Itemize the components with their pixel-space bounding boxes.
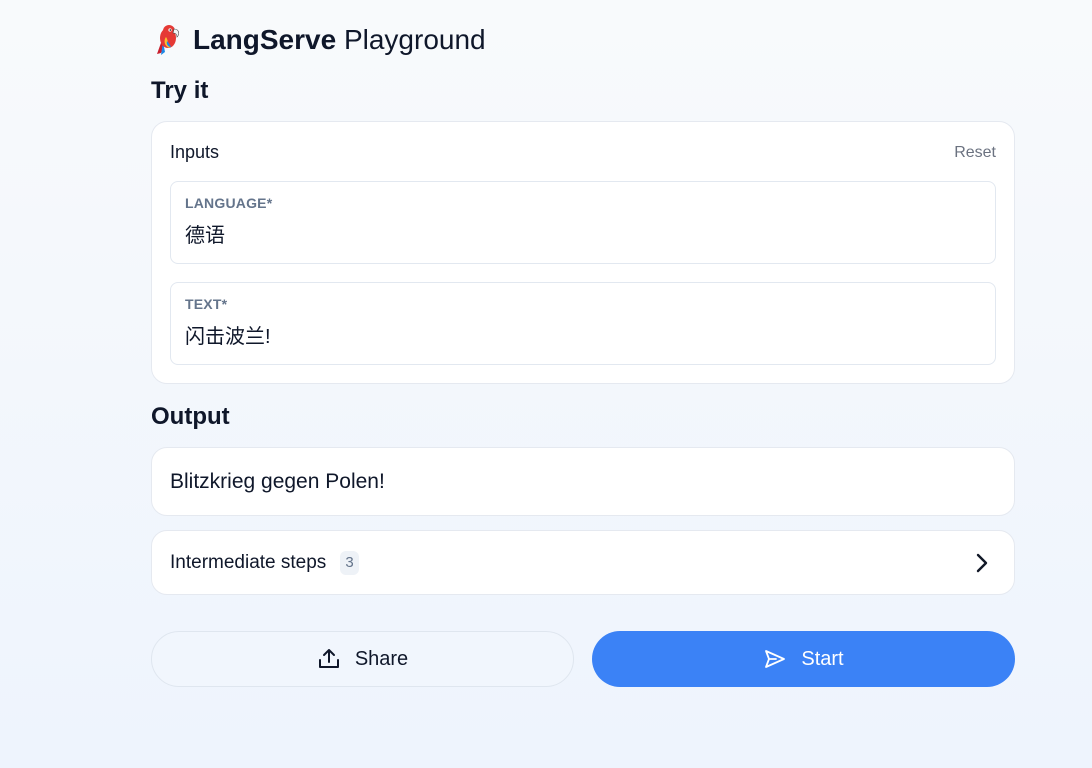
share-button[interactable]: Share	[151, 631, 574, 687]
output-card: Blitzkrieg gegen Polen!	[151, 447, 1015, 516]
share-upload-icon	[318, 649, 339, 668]
text-field: TEXT*	[170, 282, 996, 365]
intermediate-steps-label: Intermediate steps	[170, 552, 327, 573]
start-button-label: Start	[801, 647, 844, 670]
text-input[interactable]	[185, 323, 975, 346]
send-icon	[765, 650, 786, 668]
chevron-right-icon	[976, 553, 988, 573]
language-input[interactable]	[185, 222, 975, 245]
app-subtitle: Playground	[343, 24, 486, 55]
intermediate-steps-toggle[interactable]: Intermediate steps 3	[151, 530, 1015, 595]
language-field: LANGUAGE*	[170, 181, 996, 264]
inputs-label: Inputs	[170, 142, 220, 162]
steps-count-badge: 3	[340, 551, 359, 575]
reset-button[interactable]: Reset	[954, 144, 996, 162]
text-field-label: TEXT*	[185, 296, 228, 312]
parrot-icon	[157, 25, 179, 55]
app-brand: LangServe	[193, 24, 337, 55]
playground-page: LangServe Playground Try it Inputs Reset…	[151, 0, 1015, 768]
app-title: LangServe Playground	[193, 22, 486, 58]
output-heading: Output	[151, 403, 230, 430]
language-field-label: LANGUAGE*	[185, 195, 273, 211]
start-button[interactable]: Start	[592, 631, 1015, 687]
output-text: Blitzkrieg gegen Polen!	[170, 470, 385, 493]
share-button-label: Share	[354, 647, 409, 670]
try-it-heading: Try it	[151, 77, 209, 104]
app-header: LangServe Playground	[153, 22, 486, 58]
inputs-card: Inputs Reset LANGUAGE* TEXT*	[151, 121, 1015, 384]
